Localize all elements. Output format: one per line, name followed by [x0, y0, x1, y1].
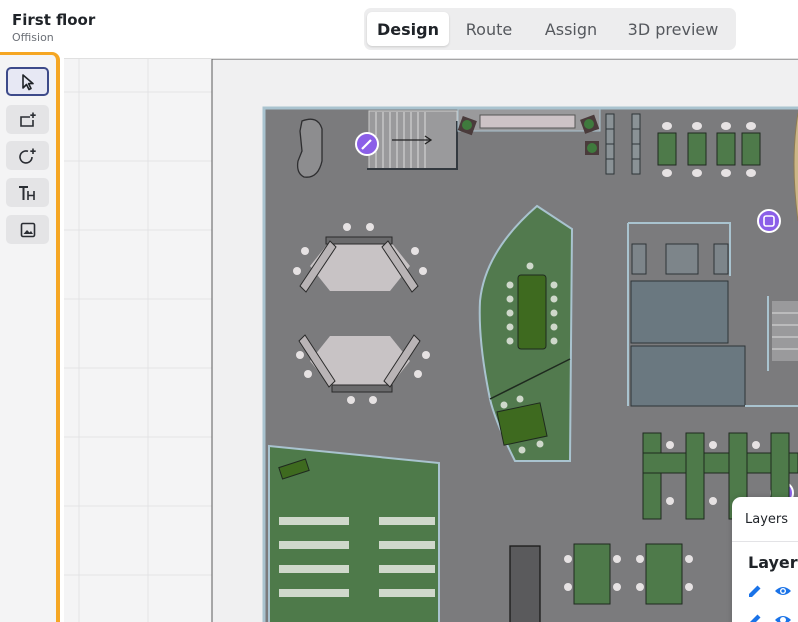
edit-layer-icon[interactable]	[746, 611, 764, 622]
layers-heading: Layers	[748, 553, 798, 572]
text-tool-icon	[18, 185, 35, 200]
visibility-eye-icon[interactable]	[774, 582, 792, 600]
select-tool-button[interactable]	[6, 67, 49, 96]
mode-tabs: Design Route Assign 3D preview	[364, 8, 736, 50]
edit-layer-icon[interactable]	[746, 582, 764, 600]
layers-divider	[732, 541, 798, 542]
floor-title: First floor	[12, 11, 96, 29]
top-bar: First floor Offision Design Route Assign…	[0, 0, 798, 58]
layers-tab[interactable]: Layers	[745, 512, 788, 527]
cursor-icon	[21, 73, 34, 90]
open-workspace	[268, 444, 440, 622]
add-rectangle-button[interactable]	[6, 105, 49, 134]
text-tool-button[interactable]	[6, 178, 49, 207]
add-circle-button[interactable]	[6, 141, 49, 170]
building-name: Offision	[12, 31, 54, 44]
layers-panel: Layers Layers	[732, 497, 798, 622]
image-tool-button[interactable]	[6, 215, 49, 244]
tab-design[interactable]: Design	[367, 12, 449, 46]
visibility-eye-icon[interactable]	[774, 611, 792, 622]
tab-assign[interactable]: Assign	[529, 12, 613, 46]
add-rectangle-icon	[19, 112, 36, 127]
image-icon	[20, 222, 35, 237]
tab-3d-preview[interactable]: 3D preview	[613, 12, 733, 46]
drawing-toolbar	[0, 52, 60, 622]
tab-route[interactable]: Route	[449, 12, 529, 46]
staircase	[367, 110, 458, 170]
lounge-chair	[296, 118, 323, 178]
add-circle-icon	[18, 148, 36, 164]
floorplan-canvas[interactable]	[64, 58, 798, 622]
floorplan-drawing	[64, 59, 798, 622]
